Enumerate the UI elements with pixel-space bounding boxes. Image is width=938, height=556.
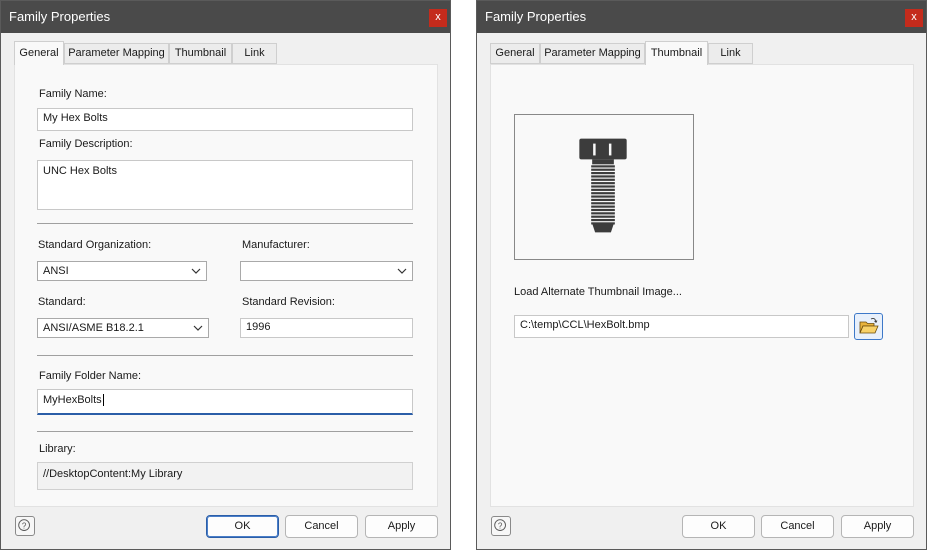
bolt-thread [591,212,615,215]
bolt-thread [591,178,615,181]
dialog-title: Family Properties [9,9,111,24]
folder-open-icon [859,317,879,334]
tab-link[interactable]: Link [232,43,277,64]
bolt-thread [591,202,615,205]
dialog-title: Family Properties [485,9,587,24]
bolt-thread [591,182,615,185]
separator [37,223,413,224]
browse-button[interactable] [854,313,883,340]
standard-label: Standard: [38,296,86,308]
bolt-thread [591,198,615,202]
title-bar: Family Properties x [1,1,450,33]
thumbnail-tab-panel: Load Alternate Thumbnail Image... C:\tem… [490,64,914,507]
chevron-down-icon [191,268,201,274]
tab-thumbnail[interactable]: Thumbnail [169,43,232,64]
library-label: Library: [39,443,76,455]
hex-bolt-thumbnail [579,138,627,233]
close-icon: x [435,11,441,23]
family-name-label: Family Name: [39,88,107,100]
thumbnail-preview [514,114,694,260]
bolt-thread [591,168,615,171]
chevron-down-icon [193,325,203,331]
cancel-button[interactable]: Cancel [761,515,834,538]
separator [37,431,413,432]
tab-link[interactable]: Link [708,43,753,64]
svg-text:?: ? [498,521,503,530]
help-icon: ? [494,519,506,531]
tab-parameter-mapping[interactable]: Parameter Mapping [64,43,169,64]
bolt-thread [591,195,615,198]
bolt-thread [591,172,615,175]
tab-parameter-mapping[interactable]: Parameter Mapping [540,43,645,64]
bolt-thread [591,175,615,178]
apply-button[interactable]: Apply [365,515,438,538]
bolt-thread [591,215,615,218]
cancel-button[interactable]: Cancel [285,515,358,538]
ok-button[interactable]: OK [206,515,279,538]
load-alternate-thumbnail-label: Load Alternate Thumbnail Image... [514,286,682,298]
bolt-thread [591,218,615,222]
standard-select[interactable]: ANSI/ASME B18.2.1 [37,318,209,338]
bolt-thread [591,165,615,168]
standard-revision-field[interactable]: 1996 [240,318,413,338]
bolt-thread [591,208,615,212]
close-button[interactable]: x [429,9,447,27]
manufacturer-select[interactable] [240,261,413,281]
bolt-thread [591,185,615,188]
title-bar: Family Properties x [477,1,926,33]
svg-text:?: ? [22,521,27,530]
family-description-label: Family Description: [39,138,133,150]
thumbnail-path-field[interactable]: C:\temp\CCL\HexBolt.bmp [514,315,849,338]
general-tab-panel: Family Name: My Hex Bolts Family Descrip… [14,64,438,507]
close-icon: x [911,11,917,23]
text-caret [102,394,104,407]
library-field: //DesktopContent:My Library [37,462,413,490]
tab-general[interactable]: General [14,41,64,65]
ok-button[interactable]: OK [682,515,755,538]
bolt-thread [591,205,615,208]
family-description-textarea[interactable]: UNC Hex Bolts [37,160,413,210]
right-family-properties-dialog: Family Properties x General Parameter Ma… [476,0,927,550]
bolt-thread [591,192,615,195]
standard-revision-label: Standard Revision: [242,296,335,308]
separator [37,355,413,356]
help-button[interactable]: ? [491,516,511,536]
tab-thumbnail[interactable]: Thumbnail [645,41,708,65]
left-family-properties-dialog: Family Properties x General Parameter Ma… [0,0,451,550]
standard-organization-select[interactable]: ANSI [37,261,207,281]
apply-button[interactable]: Apply [841,515,914,538]
help-icon: ? [18,519,30,531]
tab-general[interactable]: General [490,43,540,64]
help-button[interactable]: ? [15,516,35,536]
chevron-down-icon [397,268,407,274]
manufacturer-label: Manufacturer: [242,239,310,251]
close-button[interactable]: x [905,9,923,27]
family-folder-name-label: Family Folder Name: [39,370,142,382]
bolt-thread [591,188,615,191]
standard-organization-label: Standard Organization: [38,239,152,251]
family-name-field[interactable]: My Hex Bolts [37,108,413,131]
family-folder-name-field[interactable]: MyHexBolts [37,389,413,415]
